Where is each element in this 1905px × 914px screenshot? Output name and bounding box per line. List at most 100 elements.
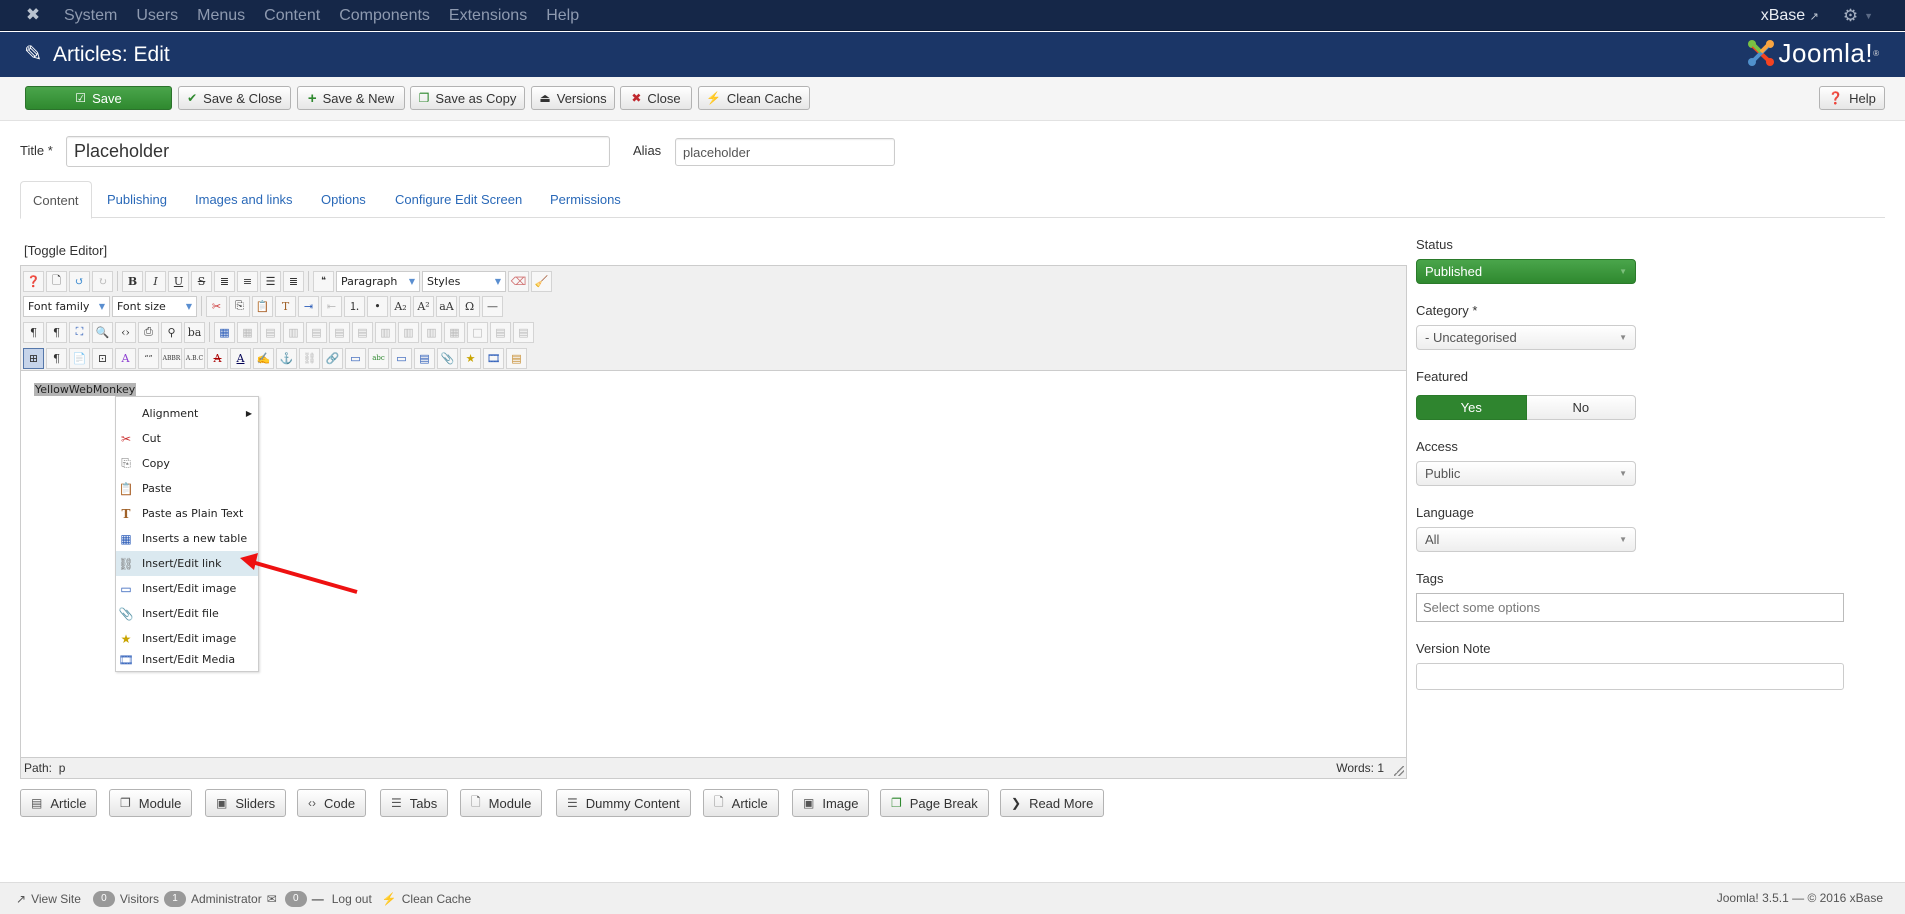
resize-handle-icon[interactable] bbox=[1394, 766, 1404, 776]
style-props-icon[interactable]: A bbox=[115, 347, 136, 369]
plugin-read-more-button[interactable]: ❯ Read More bbox=[1000, 789, 1105, 817]
plugin-article-button[interactable]: ▤ Article bbox=[20, 789, 98, 817]
context-menu-item-insert-image[interactable]: ▭ Insert/Edit image bbox=[116, 576, 258, 601]
col-after-icon[interactable]: ▥ bbox=[398, 321, 419, 343]
spellcheck-icon[interactable]: abc bbox=[368, 347, 389, 369]
plugin-sliders-button[interactable]: ▣ Sliders bbox=[205, 789, 287, 817]
tab-images-and-links[interactable]: Images and links bbox=[195, 181, 293, 218]
del-icon[interactable]: A bbox=[207, 347, 228, 369]
visual-aid-icon[interactable]: ⊞ bbox=[23, 347, 44, 369]
access-select[interactable]: Public ▼ bbox=[1416, 461, 1636, 486]
bold-icon[interactable]: B bbox=[122, 270, 143, 292]
acronym-icon[interactable]: A.B.C bbox=[184, 347, 205, 369]
view-site-link[interactable]: View Site bbox=[31, 892, 81, 906]
unordered-list-icon[interactable]: • bbox=[367, 295, 388, 317]
gear-icon[interactable]: ⚙ bbox=[1843, 6, 1858, 26]
footer-clean-cache-link[interactable]: Clean Cache bbox=[402, 892, 471, 906]
source-code-icon[interactable]: ‹› bbox=[115, 321, 136, 343]
context-menu-item-insert-table[interactable]: ▦ Inserts a new table bbox=[116, 526, 258, 551]
logout-link[interactable]: Log out bbox=[332, 892, 372, 906]
menu-help[interactable]: Help bbox=[546, 0, 579, 31]
envelope-icon[interactable]: ✉ bbox=[267, 892, 277, 906]
rtl-icon[interactable]: ¶ bbox=[46, 321, 67, 343]
article-icon[interactable]: ▤ bbox=[414, 347, 435, 369]
menu-users[interactable]: Users bbox=[136, 0, 178, 31]
administrator-label[interactable]: Administrator bbox=[191, 892, 262, 906]
media-icon[interactable]: 🎞 bbox=[483, 347, 504, 369]
context-menu-item-cut[interactable]: ✂ Cut bbox=[116, 426, 258, 451]
cite-icon[interactable]: “” bbox=[138, 347, 159, 369]
table-icon[interactable]: ▦ bbox=[214, 321, 235, 343]
align-justify-icon[interactable]: ≣ bbox=[214, 270, 235, 292]
template-list-icon[interactable]: ▤ bbox=[506, 347, 527, 369]
font-size-select[interactable]: Font size ▼ bbox=[112, 295, 197, 317]
eraser-icon[interactable]: ⌫ bbox=[508, 270, 529, 292]
font-family-select[interactable]: Font family ▼ bbox=[23, 295, 110, 317]
plugin-image-button[interactable]: ▣ Image bbox=[792, 789, 870, 817]
status-select[interactable]: Published ▼ bbox=[1416, 259, 1636, 284]
save-button[interactable]: ☑ Save bbox=[25, 86, 172, 110]
context-menu-item-alignment[interactable]: Alignment ▶ bbox=[116, 401, 258, 426]
underline-icon[interactable]: U bbox=[168, 270, 189, 292]
title-input[interactable]: Placeholder bbox=[66, 136, 610, 167]
indent-icon[interactable]: ⇥ bbox=[298, 295, 319, 317]
format-select[interactable]: Paragraph ▼ bbox=[336, 270, 420, 292]
strikethrough-icon[interactable]: S bbox=[191, 270, 212, 292]
alias-input[interactable]: placeholder bbox=[675, 138, 895, 166]
save-new-button[interactable]: + Save & New bbox=[297, 86, 405, 110]
caret-down-icon[interactable]: ▼ bbox=[1864, 11, 1873, 21]
visitors-label[interactable]: Visitors bbox=[120, 892, 159, 906]
clean-cache-button[interactable]: ⚡ Clean Cache bbox=[698, 86, 810, 110]
merge-cells-icon[interactable]: □ bbox=[467, 321, 488, 343]
text-case-icon[interactable]: aA bbox=[436, 295, 457, 317]
subscript-icon[interactable]: A₂ bbox=[390, 295, 411, 317]
remove-row-icon[interactable]: ▤ bbox=[513, 321, 534, 343]
versions-button[interactable]: ⏏ Versions bbox=[531, 86, 615, 110]
align-left-icon[interactable]: ☰ bbox=[260, 270, 281, 292]
close-button[interactable]: ✖ Close bbox=[620, 86, 692, 110]
plugin-module-button[interactable]: ❐ Module bbox=[109, 789, 193, 817]
row-before-icon[interactable]: ▤ bbox=[306, 321, 327, 343]
fullscreen-icon[interactable]: ⛶ bbox=[69, 321, 90, 343]
special-char-icon[interactable]: Ω bbox=[459, 295, 480, 317]
file-link-icon[interactable]: 📎 bbox=[437, 347, 458, 369]
delete-row-icon[interactable]: ▤ bbox=[352, 321, 373, 343]
print-icon[interactable]: ⎙ bbox=[138, 321, 159, 343]
language-select[interactable]: All ▼ bbox=[1416, 527, 1636, 552]
context-menu-item-insert-file[interactable]: 📎 Insert/Edit file bbox=[116, 601, 258, 626]
image-icon[interactable]: ▭ bbox=[345, 347, 366, 369]
context-menu-item-insert-link[interactable]: ⛓ Insert/Edit link bbox=[116, 551, 258, 576]
menu-system[interactable]: System bbox=[64, 0, 117, 31]
insert-row-icon[interactable]: ▤ bbox=[490, 321, 511, 343]
ltr-icon[interactable]: ¶ bbox=[23, 321, 44, 343]
plugin-article-add-button[interactable]: 🗋 Article bbox=[703, 789, 779, 817]
layer-icon[interactable]: ▭ bbox=[391, 347, 412, 369]
link-icon[interactable]: 🔗 bbox=[322, 347, 343, 369]
image-star-icon[interactable]: ★ bbox=[460, 347, 481, 369]
context-menu-item-paste-plain[interactable]: T Paste as Plain Text bbox=[116, 501, 258, 526]
replace-icon[interactable]: ba bbox=[184, 321, 205, 343]
cell-props-icon[interactable]: ▥ bbox=[283, 321, 304, 343]
cut-icon[interactable]: ✂ bbox=[206, 295, 227, 317]
menu-components[interactable]: Components bbox=[339, 0, 430, 31]
messages-count-badge[interactable]: 0 bbox=[284, 890, 307, 907]
superscript-icon[interactable]: A² bbox=[413, 295, 434, 317]
toggle-editor-link[interactable]: [Toggle Editor] bbox=[24, 243, 107, 258]
context-menu-item-paste[interactable]: 📋 Paste bbox=[116, 476, 258, 501]
italic-icon[interactable]: I bbox=[145, 270, 166, 292]
plugin-dummy-content-button[interactable]: ☰ Dummy Content bbox=[556, 789, 691, 817]
unlink-icon[interactable]: ⛓ bbox=[299, 347, 320, 369]
show-blocks-icon[interactable]: ¶ bbox=[46, 347, 67, 369]
attributes-icon[interactable]: ✍ bbox=[253, 347, 274, 369]
menu-content[interactable]: Content bbox=[264, 0, 320, 31]
col-before-icon[interactable]: ▥ bbox=[375, 321, 396, 343]
delete-table-icon[interactable]: ▦ bbox=[237, 321, 258, 343]
new-document-icon[interactable]: 🗋 bbox=[46, 270, 67, 292]
plugin-module-add-button[interactable]: 🗋 Module bbox=[460, 789, 543, 817]
editor-selected-text[interactable]: YellowWebMonkey bbox=[34, 383, 137, 396]
featured-yes-button[interactable]: Yes bbox=[1416, 395, 1527, 420]
tab-publishing[interactable]: Publishing bbox=[107, 181, 167, 218]
tab-content[interactable]: Content bbox=[20, 181, 92, 219]
row-props-icon[interactable]: ▤ bbox=[260, 321, 281, 343]
tab-permissions[interactable]: Permissions bbox=[550, 181, 621, 218]
